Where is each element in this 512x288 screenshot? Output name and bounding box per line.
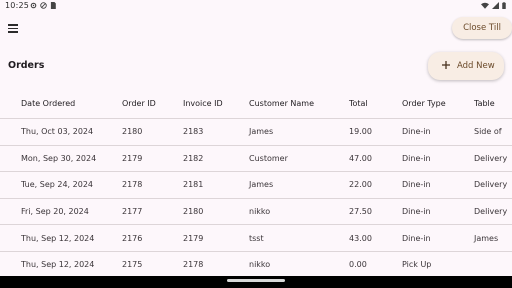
cell-total: 22.00 bbox=[349, 180, 372, 190]
top-app-bar: Close Till bbox=[0, 12, 512, 44]
cell-customer-name: James bbox=[249, 127, 274, 137]
cell-order-type: Dine-in bbox=[402, 180, 431, 190]
cell-table: Delivery bbox=[474, 180, 508, 190]
cell-customer-name: tsst bbox=[249, 233, 264, 243]
cell-order-type: Pick Up bbox=[402, 260, 432, 270]
cell-date-ordered: Fri, Sep 20, 2024 bbox=[21, 207, 89, 217]
cell-date-ordered: Thu, Oct 03, 2024 bbox=[21, 127, 94, 137]
blocked-icon bbox=[40, 2, 47, 9]
cell-order-id: 2178 bbox=[122, 180, 143, 190]
table-row[interactable]: Thu, Sep 12, 2024 2175 2178 nikko 0.00 P… bbox=[0, 252, 512, 279]
sim-card-icon bbox=[50, 2, 56, 9]
status-left-icons bbox=[30, 2, 56, 9]
wifi-icon bbox=[481, 2, 489, 9]
add-new-label: Add New bbox=[457, 61, 495, 71]
add-new-button[interactable]: Add New bbox=[428, 52, 504, 80]
column-header-customer-name[interactable]: Customer Name bbox=[249, 88, 314, 118]
cell-invoice-id: 2178 bbox=[183, 260, 204, 270]
orders-table: Date Ordered Order ID Invoice ID Custome… bbox=[0, 88, 512, 279]
cell-order-id: 2175 bbox=[122, 260, 143, 270]
cell-order-type: Dine-in bbox=[402, 127, 431, 137]
hamburger-menu-icon[interactable] bbox=[6, 21, 20, 35]
column-header-date-ordered[interactable]: Date Ordered bbox=[21, 88, 75, 118]
cell-order-id: 2179 bbox=[122, 153, 143, 163]
cell-invoice-id: 2179 bbox=[183, 233, 204, 243]
column-header-invoice-id[interactable]: Invoice ID bbox=[183, 88, 223, 118]
cell-table: Side of bbox=[474, 127, 502, 137]
battery-icon bbox=[502, 2, 506, 9]
cell-total: 47.00 bbox=[349, 153, 372, 163]
cell-customer-name: nikko bbox=[249, 260, 271, 270]
cell-order-type: Dine-in bbox=[402, 233, 431, 243]
column-header-order-id[interactable]: Order ID bbox=[122, 88, 156, 118]
close-till-button[interactable]: Close Till bbox=[452, 17, 512, 39]
cell-order-type: Dine-in bbox=[402, 207, 431, 217]
cell-table: Delivery bbox=[474, 207, 508, 217]
table-row[interactable]: Thu, Oct 03, 2024 2180 2183 James 19.00 … bbox=[0, 119, 512, 146]
cell-customer-name: James bbox=[249, 180, 274, 190]
cell-total: 0.00 bbox=[349, 260, 367, 270]
cell-date-ordered: Thu, Sep 12, 2024 bbox=[21, 233, 95, 243]
plus-icon bbox=[441, 60, 453, 73]
cell-table: Delivery bbox=[474, 153, 508, 163]
cell-order-id: 2180 bbox=[122, 127, 143, 137]
cell-order-id: 2177 bbox=[122, 207, 143, 217]
cell-customer-name: Customer bbox=[249, 153, 288, 163]
column-header-table[interactable]: Table bbox=[474, 88, 495, 118]
cell-total: 43.00 bbox=[349, 233, 372, 243]
cell-invoice-id: 2183 bbox=[183, 127, 204, 137]
status-right-icons bbox=[481, 2, 506, 9]
cell-order-id: 2176 bbox=[122, 233, 143, 243]
table-row[interactable]: Thu, Sep 12, 2024 2176 2179 tsst 43.00 D… bbox=[0, 225, 512, 252]
cell-invoice-id: 2182 bbox=[183, 153, 204, 163]
cell-order-type: Dine-in bbox=[402, 153, 431, 163]
cell-total: 19.00 bbox=[349, 127, 372, 137]
cell-date-ordered: Mon, Sep 30, 2024 bbox=[21, 153, 97, 163]
table-row[interactable]: Tue, Sep 24, 2024 2178 2181 James 22.00 … bbox=[0, 172, 512, 199]
cell-customer-name: nikko bbox=[249, 207, 271, 217]
table-row[interactable]: Fri, Sep 20, 2024 2177 2180 nikko 27.50 … bbox=[0, 199, 512, 226]
cell-date-ordered: Tue, Sep 24, 2024 bbox=[21, 180, 93, 190]
page-title: Orders bbox=[8, 60, 45, 71]
cell-signal-icon bbox=[492, 2, 499, 9]
table-header-row: Date Ordered Order ID Invoice ID Custome… bbox=[0, 88, 512, 119]
home-gesture-handle[interactable] bbox=[227, 279, 285, 282]
cell-total: 27.50 bbox=[349, 207, 372, 217]
cell-date-ordered: Thu, Sep 12, 2024 bbox=[21, 260, 95, 270]
settings-gear-icon bbox=[30, 2, 37, 9]
status-bar: 10:25 bbox=[0, 0, 512, 12]
status-time: 10:25 bbox=[5, 1, 30, 10]
cell-invoice-id: 2180 bbox=[183, 207, 204, 217]
cell-invoice-id: 2181 bbox=[183, 180, 204, 190]
cell-table: James bbox=[474, 233, 499, 243]
column-header-order-type[interactable]: Order Type bbox=[402, 88, 446, 118]
table-row[interactable]: Mon, Sep 30, 2024 2179 2182 Customer 47.… bbox=[0, 146, 512, 173]
column-header-total[interactable]: Total bbox=[349, 88, 368, 118]
system-navigation-bar bbox=[0, 276, 512, 288]
